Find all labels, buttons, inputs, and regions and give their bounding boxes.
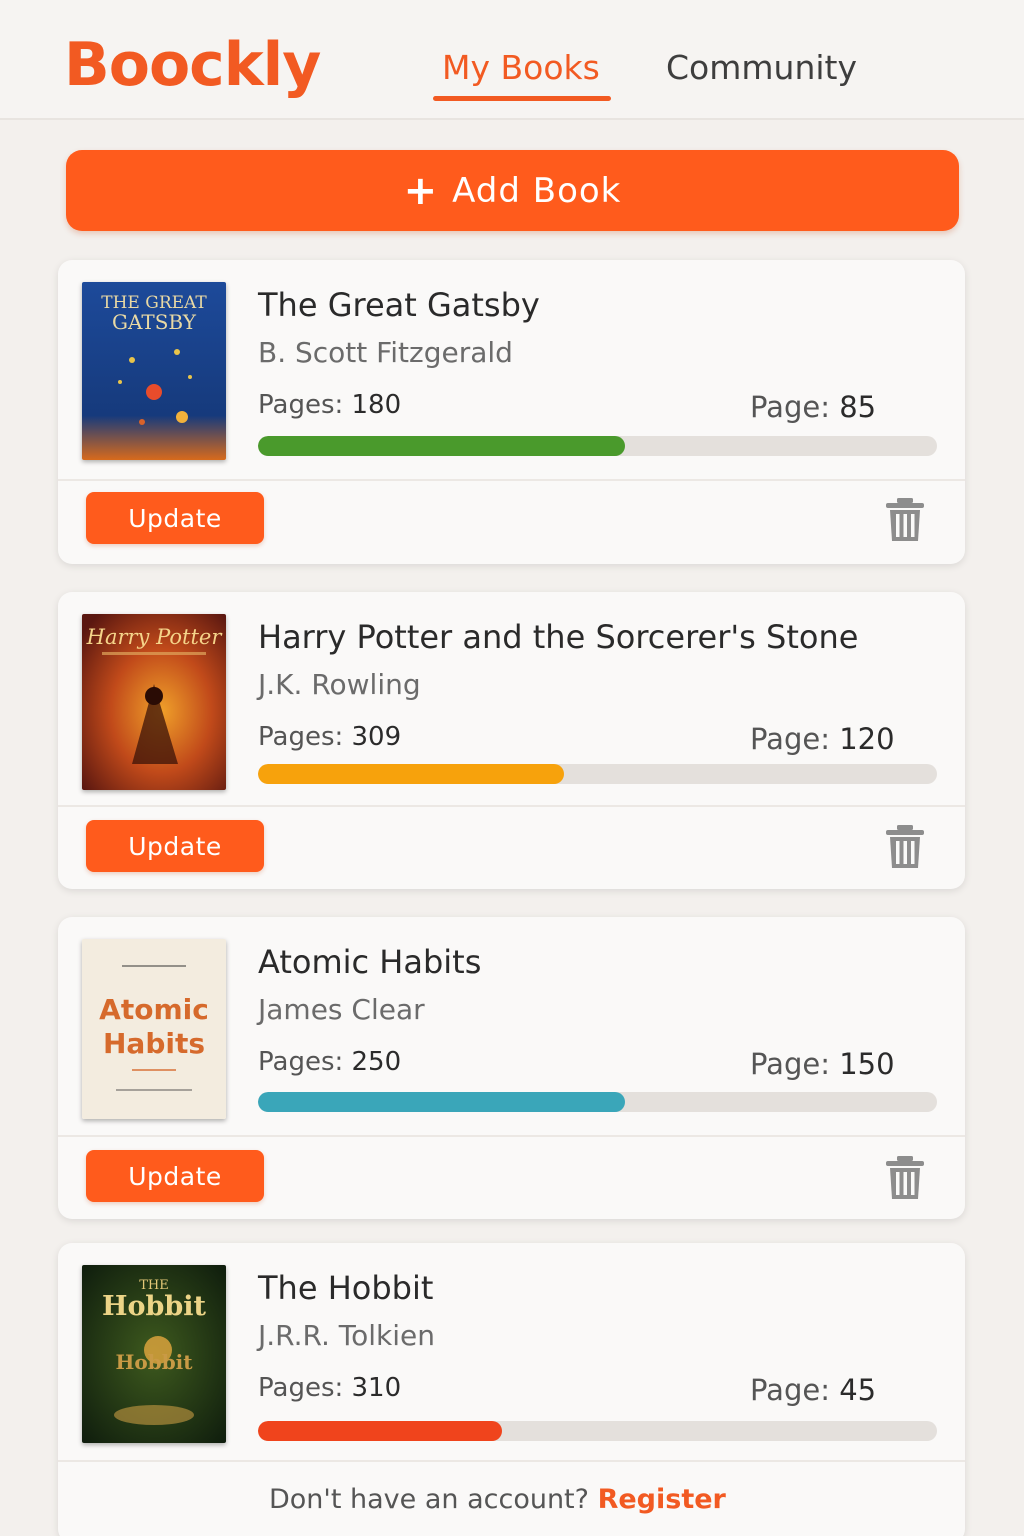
- svg-text:Hobbit: Hobbit: [115, 1350, 193, 1374]
- add-book-button[interactable]: + Add Book: [66, 150, 959, 231]
- book-title: Harry Potter and the Sorcerer's Stone: [258, 618, 859, 656]
- total-pages: Pages: 309: [258, 722, 402, 752]
- current-page: Page: 120: [750, 722, 895, 756]
- add-book-label: Add Book: [452, 170, 622, 211]
- register-prompt: Don't have an account? Register: [269, 1484, 726, 1515]
- book-author: James Clear: [258, 993, 425, 1026]
- book-cover-image: THE Hobbit Hobbit: [82, 1265, 226, 1443]
- book-title: The Great Gatsby: [258, 286, 540, 324]
- book-author: J.K. Rowling: [258, 668, 421, 701]
- reading-progress-bar: [258, 1092, 937, 1112]
- book-card: Atomic Habits Atomic Habits James Clear …: [58, 917, 965, 1219]
- svg-text:Atomic: Atomic: [99, 993, 209, 1026]
- reading-progress-bar: [258, 764, 937, 784]
- app-header: Boockly My Books Community: [0, 0, 1024, 120]
- book-title: The Hobbit: [258, 1269, 434, 1307]
- svg-text:GATSBY: GATSBY: [112, 310, 197, 334]
- current-page: Page: 45: [750, 1373, 877, 1407]
- current-page: Page: 150: [750, 1047, 895, 1081]
- trash-icon[interactable]: [884, 1155, 926, 1201]
- tab-my-books[interactable]: My Books: [442, 48, 600, 87]
- current-page: Page: 85: [750, 390, 877, 424]
- card-divider: [58, 805, 965, 807]
- svg-text:Habits: Habits: [103, 1027, 205, 1060]
- tab-community[interactable]: Community: [666, 48, 857, 87]
- update-button[interactable]: Update: [86, 820, 264, 872]
- total-pages: Pages: 180: [258, 390, 402, 420]
- book-cover-image: THE GREAT GATSBY: [82, 282, 226, 460]
- active-tab-indicator: [433, 96, 611, 101]
- update-button[interactable]: Update: [86, 1150, 264, 1202]
- book-cover-image: Harry Potter: [82, 614, 226, 790]
- progress-fill: [258, 436, 625, 456]
- total-pages: Pages: 250: [258, 1047, 402, 1077]
- book-card: THE GREAT GATSBY The Great Gatsby B. Sco…: [58, 260, 965, 564]
- book-author: B. Scott Fitzgerald: [258, 336, 513, 369]
- book-author: J.R.R. Tolkien: [258, 1319, 435, 1352]
- book-cover-image: Atomic Habits: [82, 939, 226, 1119]
- reading-progress-bar: [258, 1421, 937, 1441]
- register-link[interactable]: Register: [598, 1484, 726, 1515]
- trash-icon[interactable]: [884, 824, 926, 870]
- app-logo[interactable]: Boockly: [64, 30, 321, 100]
- update-button[interactable]: Update: [86, 492, 264, 544]
- svg-text:Hobbit: Hobbit: [102, 1291, 207, 1322]
- svg-text:Harry Potter: Harry Potter: [86, 625, 224, 649]
- reading-progress-bar: [258, 436, 937, 456]
- card-divider: [58, 1460, 965, 1462]
- trash-icon[interactable]: [884, 497, 926, 543]
- card-divider: [58, 479, 965, 481]
- book-card: Harry Potter Harry Potter and the Sorcer…: [58, 592, 965, 889]
- book-title: Atomic Habits: [258, 943, 482, 981]
- progress-fill: [258, 1092, 625, 1112]
- progress-fill: [258, 1421, 503, 1441]
- total-pages: Pages: 310: [258, 1373, 402, 1403]
- progress-fill: [258, 764, 564, 784]
- plus-icon: +: [403, 167, 439, 214]
- card-divider: [58, 1135, 965, 1137]
